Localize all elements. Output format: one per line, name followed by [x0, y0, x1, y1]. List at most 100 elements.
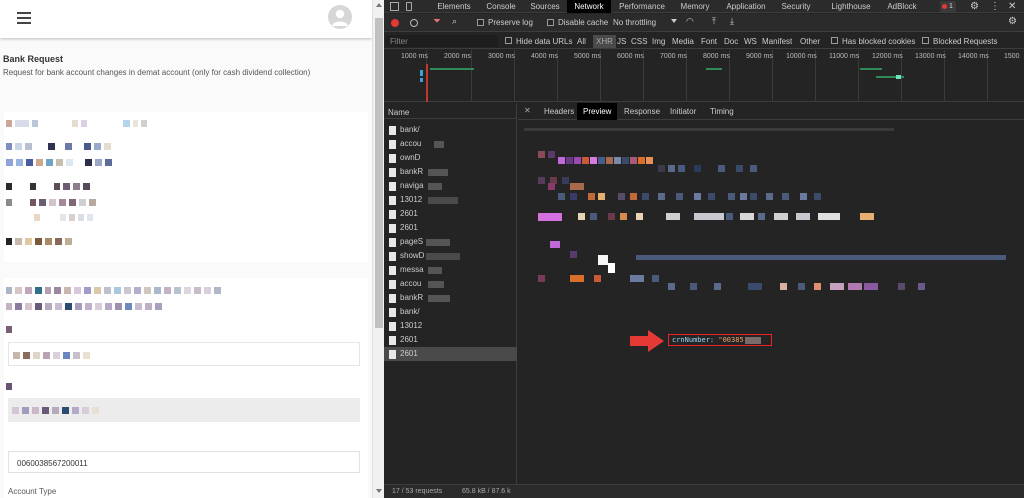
- redacted-text: [428, 183, 442, 190]
- request-row[interactable]: accou: [384, 137, 517, 151]
- scroll-down-icon[interactable]: [376, 489, 382, 493]
- error-badge[interactable]: 1: [940, 1, 956, 12]
- request-row[interactable]: 2601: [384, 333, 517, 347]
- request-row[interactable]: 2601: [384, 207, 517, 221]
- network-overview-timeline[interactable]: 1000 ms 2000 ms 3000 ms 4000 ms 5000 ms …: [384, 50, 1024, 102]
- app-scrollbar[interactable]: [372, 0, 384, 498]
- filter-funnel-icon[interactable]: ⏷: [433, 16, 441, 27]
- more-options-icon[interactable]: ⋮: [990, 0, 1000, 13]
- tab-application[interactable]: Application: [720, 0, 772, 13]
- redacted-details-card: [4, 112, 368, 262]
- request-row[interactable]: 13012: [384, 193, 517, 207]
- error-count: 1: [949, 3, 953, 10]
- import-har-icon[interactable]: ⤒: [712, 16, 716, 27]
- search-icon[interactable]: ⌕: [452, 16, 457, 27]
- menu-icon[interactable]: [17, 12, 31, 24]
- hide-data-urls-checkbox[interactable]: [505, 37, 512, 44]
- request-list: Name bank/ accou ownD bankR naviga 13012…: [384, 103, 517, 484]
- filter-type-other[interactable]: Other: [800, 37, 820, 46]
- scroll-thumb[interactable]: [375, 18, 383, 328]
- request-row[interactable]: naviga: [384, 179, 517, 193]
- filter-type-ws[interactable]: WS: [744, 37, 757, 46]
- name-column-header[interactable]: Name: [384, 103, 517, 119]
- tab-response[interactable]: Response: [620, 103, 664, 120]
- filter-input[interactable]: Filter: [390, 37, 408, 46]
- request-row[interactable]: bankR: [384, 165, 517, 179]
- filter-type-doc[interactable]: Doc: [724, 37, 738, 46]
- request-name: 2601: [400, 349, 418, 358]
- redacted-text: [12, 407, 102, 414]
- chevron-down-icon[interactable]: [671, 19, 677, 23]
- tab-performance[interactable]: Performance: [614, 0, 670, 13]
- has-blocked-cookies-checkbox[interactable]: [831, 37, 838, 44]
- tab-lighthouse[interactable]: Lighthouse: [825, 0, 877, 13]
- filter-type-js[interactable]: JS: [617, 37, 626, 46]
- filter-type-manifest[interactable]: Manifest: [762, 37, 792, 46]
- clear-icon[interactable]: [410, 19, 418, 27]
- redacted-text: [6, 199, 99, 206]
- tab-sources[interactable]: Sources: [526, 0, 564, 13]
- crn-number-line: crnNumber: "00385: [672, 336, 761, 344]
- request-row[interactable]: bank/: [384, 123, 517, 137]
- account-number-field[interactable]: 0060038567200011: [8, 451, 360, 473]
- inspect-element-icon[interactable]: [390, 2, 399, 11]
- request-row[interactable]: messa: [384, 263, 517, 277]
- redacted-text: [428, 267, 442, 274]
- filter-type-img[interactable]: Img: [652, 37, 665, 46]
- redacted-input[interactable]: [8, 342, 360, 366]
- tab-elements[interactable]: Elements: [432, 0, 476, 13]
- request-row[interactable]: pageS: [384, 235, 517, 249]
- filter-type-xhr[interactable]: XHR: [593, 35, 616, 48]
- export-har-icon[interactable]: ⤓: [730, 16, 734, 27]
- redacted-text: [428, 295, 450, 302]
- filter-type-media[interactable]: Media: [672, 37, 694, 46]
- device-toolbar-icon[interactable]: [406, 2, 412, 11]
- document-icon: [389, 280, 396, 289]
- record-icon[interactable]: [391, 19, 399, 27]
- redacted-input[interactable]: [8, 398, 360, 422]
- scroll-up-icon[interactable]: [376, 3, 382, 7]
- tab-timing[interactable]: Timing: [706, 103, 738, 120]
- filter-type-font[interactable]: Font: [701, 37, 717, 46]
- timeline-tick: 1000 ms: [401, 53, 428, 60]
- timeline-tick: 1500: [1004, 53, 1020, 60]
- close-detail-icon[interactable]: ✕: [524, 106, 531, 115]
- tab-network[interactable]: Network: [567, 0, 611, 13]
- tab-console[interactable]: Console: [479, 0, 523, 13]
- request-row[interactable]: showD: [384, 249, 517, 263]
- network-settings-gear-icon[interactable]: ⚙: [1008, 16, 1017, 27]
- request-bar: [430, 68, 474, 70]
- request-row[interactable]: 13012: [384, 319, 517, 333]
- request-row[interactable]: ownD: [384, 151, 517, 165]
- user-avatar-icon[interactable]: [328, 5, 352, 29]
- tab-preview[interactable]: Preview: [577, 103, 618, 120]
- filter-type-all[interactable]: All: [577, 37, 586, 46]
- hide-data-urls-label: Hide data URLs: [516, 37, 573, 46]
- throttling-select[interactable]: No throttling: [613, 18, 656, 27]
- close-icon[interactable]: ✕: [1008, 0, 1016, 13]
- disable-cache-checkbox[interactable]: [547, 19, 554, 26]
- crn-number-key: crnNumber:: [672, 336, 715, 344]
- settings-gear-icon[interactable]: ⚙: [970, 0, 979, 13]
- tab-initiator[interactable]: Initiator: [666, 103, 700, 120]
- request-row[interactable]: bank/: [384, 305, 517, 319]
- preserve-log-checkbox[interactable]: [477, 19, 484, 26]
- tab-memory[interactable]: Memory: [673, 0, 717, 13]
- tab-security[interactable]: Security: [776, 0, 816, 13]
- request-row[interactable]: bankR: [384, 291, 517, 305]
- request-row[interactable]: accou: [384, 277, 517, 291]
- devtools-tab-bar: Elements Console Sources Network Perform…: [384, 0, 1024, 13]
- tab-adblock[interactable]: AdBlock: [882, 0, 922, 13]
- filter-type-css[interactable]: CSS: [631, 37, 647, 46]
- page-subtitle: Request for bank account changes in dema…: [3, 68, 311, 77]
- blocked-requests-checkbox[interactable]: [922, 37, 929, 44]
- redacted-text: [428, 169, 448, 176]
- load-marker: [426, 64, 428, 102]
- request-name: ownD: [400, 153, 421, 162]
- timeline-tick: 11000 ms: [829, 53, 860, 60]
- network-conditions-icon[interactable]: ◠: [686, 16, 694, 27]
- request-row-selected[interactable]: 2601: [384, 347, 517, 361]
- tab-headers[interactable]: Headers: [540, 103, 578, 120]
- request-row[interactable]: 2601: [384, 221, 517, 235]
- request-name: bankR: [400, 293, 424, 302]
